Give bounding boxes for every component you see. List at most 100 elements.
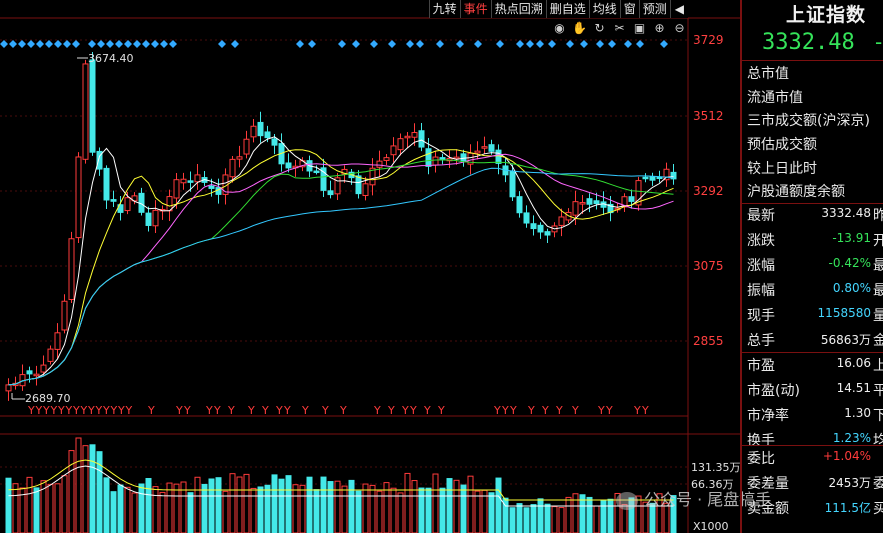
y-marker-label: Y (301, 404, 309, 417)
volume-bar (292, 484, 299, 533)
candle-body (460, 153, 467, 162)
candle-body (397, 138, 404, 151)
quote-row: 委差量 2453万委 (747, 473, 883, 497)
candles-group (5, 51, 677, 401)
candle-body (313, 170, 320, 174)
zoom-in-icon[interactable]: ⊕ (652, 21, 667, 36)
kline-chart-pane[interactable]: 3729 3512 3292 3075 2855 131.35万 66.36万 X1000 36… (0, 0, 771, 533)
volume-bar (61, 475, 68, 533)
refresh-icon[interactable]: ↻ (592, 21, 607, 36)
candle-body (82, 63, 89, 160)
y-marker-label: Y (50, 404, 58, 417)
volume-bar (33, 487, 40, 533)
volume-bar (5, 477, 12, 533)
volume-bar (551, 506, 558, 533)
y-marker-label: Y (183, 404, 191, 417)
kline-chart[interactable]: 37293512329230752855131.35万66.36万X100036… (0, 0, 740, 533)
candle-body (89, 59, 96, 153)
y-marker-label: Y (541, 404, 549, 417)
candle-body (47, 348, 54, 362)
volume-bar (397, 492, 404, 533)
volume-bar (215, 477, 222, 533)
volume-bar (481, 489, 488, 533)
y-marker-label: Y (227, 404, 235, 417)
quote-row: 市盈(动) 14.51平 (747, 380, 883, 404)
eye-icon[interactable]: ◉ (552, 21, 567, 36)
quote-unit: 最 (873, 280, 883, 300)
y-marker-label: Y (401, 404, 409, 417)
volume-bar (82, 445, 89, 533)
candle-body (257, 121, 264, 137)
delete-icon[interactable]: ▣ (632, 21, 647, 36)
event-diamond (169, 40, 177, 48)
event-diamond (160, 40, 168, 48)
quote-row: 市盈 16.06上 (747, 355, 883, 379)
event-markers-group (0, 40, 668, 48)
toolbar-window-button[interactable]: 窗 (619, 0, 639, 18)
toolbar-remove-watchlist-button[interactable]: 删自选 (545, 0, 589, 18)
volume-bar (376, 490, 383, 533)
candle-body (103, 167, 110, 201)
quote-label: 委比 (747, 451, 775, 467)
toolbar-forecast-button[interactable]: 预测 (638, 0, 670, 18)
candle-body (285, 162, 292, 169)
volume-bar (47, 483, 54, 533)
volume-bar (495, 477, 502, 533)
candle-body (488, 144, 495, 152)
meta-total-cap: 总市值 (747, 66, 789, 82)
toolbar-jiuzhuan-button[interactable]: 九转 (428, 0, 460, 18)
quote-row: 涨跌 -13.91开 (747, 230, 883, 254)
quote-label: 振幅 (747, 283, 775, 299)
toolbar-hotspot-button[interactable]: 热点回溯 (490, 0, 546, 18)
volume-bar (208, 478, 215, 533)
event-diamond (352, 40, 360, 48)
scissors-icon[interactable]: ✂ (612, 21, 627, 36)
quote-row: 涨幅 -0.42%最 (747, 255, 883, 279)
candle-body (537, 224, 544, 233)
divider (742, 203, 883, 204)
volume-bar (124, 486, 131, 533)
event-diamond (218, 40, 226, 48)
candle-body (418, 130, 425, 148)
volume-bar (565, 496, 572, 533)
y-marker-label: Y (339, 404, 347, 417)
candle-body (572, 201, 579, 216)
y-marker-label: Y (247, 404, 255, 417)
max-price-label: 3674.40 (88, 52, 134, 65)
volume-bar (432, 473, 439, 533)
event-diamond (36, 40, 44, 48)
quote-row: 委比 +1.04% (747, 448, 883, 472)
quote-value: 2453万 (828, 476, 871, 490)
candle-body (33, 373, 40, 377)
y-marker-label: Y (409, 404, 417, 417)
zoom-out-icon[interactable]: ⊖ (672, 21, 687, 36)
event-diamond (580, 40, 588, 48)
quote-value: -0.42% (828, 256, 871, 270)
divider (742, 60, 883, 61)
event-diamond (231, 40, 239, 48)
candle-body (229, 158, 236, 178)
volume-bar (474, 490, 481, 533)
volume-bar (145, 478, 152, 533)
candle-body (68, 238, 75, 300)
volume-bar (390, 487, 397, 533)
candle-body (250, 125, 257, 138)
event-diamond (338, 40, 346, 48)
volume-bar (131, 492, 138, 533)
wechat-logo-icon (616, 491, 638, 510)
hand-icon[interactable]: ✋ (572, 21, 587, 36)
quote-unit: 最 (873, 255, 883, 275)
volume-unit-label: X1000 (693, 520, 729, 533)
toolbar-events-button[interactable]: 事件 (459, 0, 491, 18)
event-diamond (608, 40, 616, 48)
candle-body (425, 148, 432, 167)
quote-value: 56863万 (820, 333, 871, 347)
toolbar-ma-button[interactable]: 均线 (588, 0, 620, 18)
volume-bar (467, 475, 474, 533)
candle-body (236, 156, 243, 160)
toolbar-collapse-icon[interactable]: ◀ (669, 0, 688, 18)
event-diamond (308, 40, 316, 48)
quote-label: 市盈 (747, 358, 775, 374)
quote-value: 14.51 (836, 381, 871, 395)
y-marker-label: Y (283, 404, 291, 417)
